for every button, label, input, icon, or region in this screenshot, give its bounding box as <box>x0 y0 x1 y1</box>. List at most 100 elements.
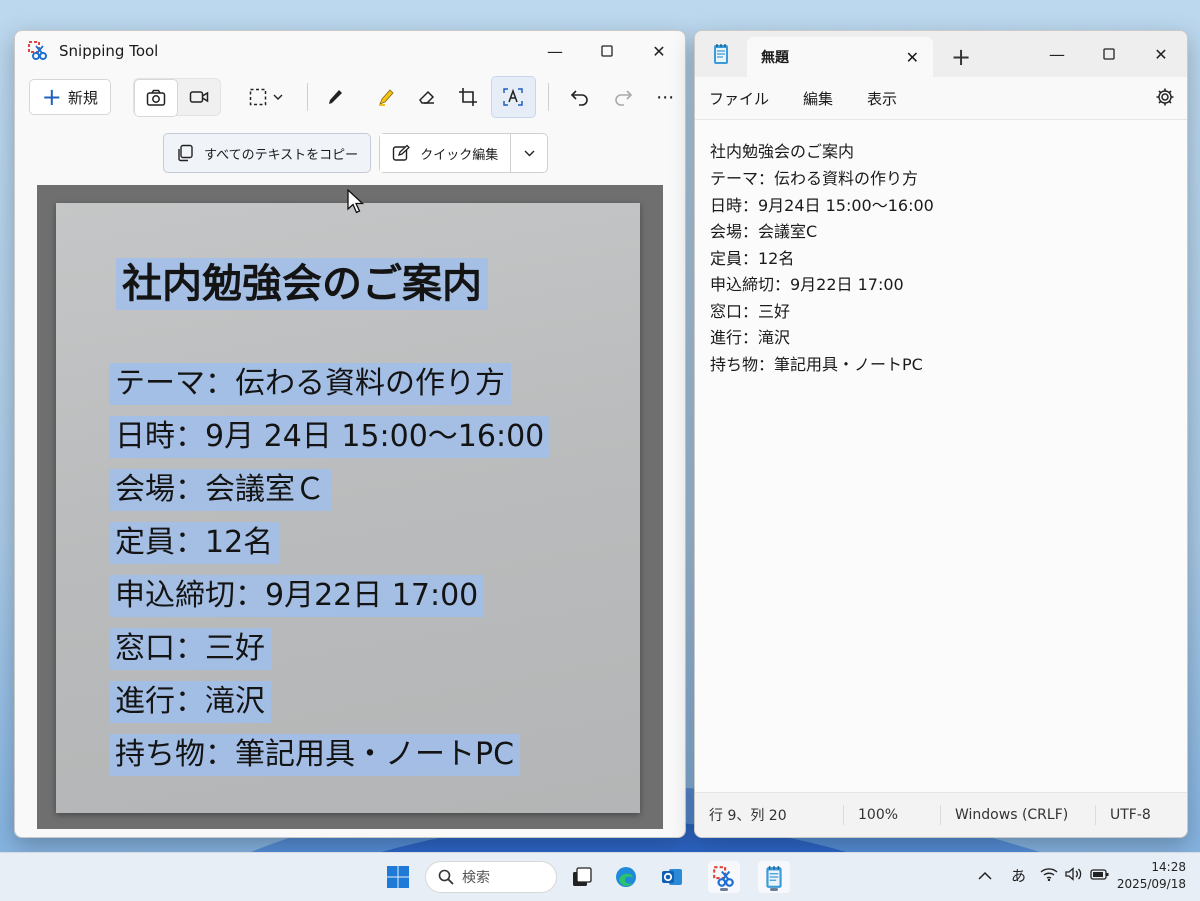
menu-bar: ファイル 編集 表示 <box>695 77 1187 120</box>
quick-edit-label: クイック編集 <box>420 147 499 163</box>
camera-mode-button[interactable] <box>133 79 178 117</box>
capture-text-line[interactable]: 会場：会議室Ｃ <box>109 469 331 511</box>
crop-tool-button[interactable] <box>448 77 487 117</box>
ime-indicator[interactable]: あ <box>1011 865 1026 886</box>
tab-title: 無題 <box>761 50 789 66</box>
volume-icon[interactable] <box>1065 867 1083 885</box>
outlook-icon <box>662 869 682 885</box>
edge-icon <box>616 867 636 887</box>
notepad-taskbar-button[interactable] <box>758 861 790 893</box>
show-hidden-icons-chevron[interactable] <box>978 867 992 885</box>
status-bar: 行 9、列 20 100% Windows (CRLF) UTF-8 <box>695 792 1187 837</box>
highlighter-tool-button[interactable] <box>367 77 406 117</box>
wifi-icon[interactable] <box>1040 867 1058 885</box>
new-tab-button[interactable]: + <box>951 37 971 77</box>
close-button[interactable]: ✕ <box>1135 31 1187 77</box>
captured-document: 社内勉強会のご案内 テーマ：伝わる資料の作り方 日時：9月 24日 15:00～… <box>56 203 640 813</box>
menu-file[interactable]: ファイル <box>709 88 769 109</box>
system-clock[interactable]: 14:28 2025/09/18 <box>1117 859 1186 893</box>
snipping-tool-window: Snipping Tool — ✕ + 新規 ⋯ すべてのテキストをコピー クイ… <box>14 30 686 838</box>
text-action-bar: すべてのテキストをコピー クイック編集 <box>163 133 549 173</box>
text-actions-icon <box>503 88 524 106</box>
start-button[interactable] <box>382 861 414 893</box>
zoom-level[interactable]: 100% <box>844 805 941 825</box>
notepad-window: 無題 ✕ + — ✕ ファイル 編集 表示 社内勉強会のご案内 テーマ：伝わる資… <box>694 30 1188 838</box>
minimize-button[interactable]: — <box>1031 31 1083 77</box>
plus-icon: + <box>41 83 62 111</box>
edge-browser-button[interactable] <box>610 861 642 893</box>
toolbar-divider <box>306 83 308 111</box>
more-icon: ⋯ <box>656 86 676 108</box>
clock-time: 14:28 <box>1151 860 1186 874</box>
editor-line: 日時：9月24日 15:00～16:00 <box>710 196 934 215</box>
capture-text-line[interactable]: 窓口：三好 <box>109 628 271 670</box>
snipping-tool-taskbar-button[interactable] <box>708 861 740 893</box>
menu-view[interactable]: 表示 <box>867 88 897 109</box>
window-title: Snipping Tool <box>59 42 159 60</box>
close-button[interactable]: ✕ <box>633 31 685 71</box>
pen-icon <box>329 90 343 104</box>
crop-icon <box>458 88 477 106</box>
taskbar-search[interactable]: 検索 <box>425 861 557 893</box>
capture-text-line[interactable]: 申込締切：9月22日 17:00 <box>109 575 485 617</box>
minimize-button[interactable]: — <box>529 31 581 71</box>
video-icon <box>189 91 208 103</box>
pen-tool-button[interactable] <box>316 77 355 117</box>
capture-text-line[interactable]: 持ち物：筆記用具・ノートPC <box>109 734 521 776</box>
maximize-button[interactable] <box>1083 31 1135 77</box>
menu-edit[interactable]: 編集 <box>803 88 833 109</box>
editor-line: テーマ：伝わる資料の作り方 <box>710 169 919 188</box>
chevron-down-icon <box>524 150 535 156</box>
capture-canvas: 社内勉強会のご案内 テーマ：伝わる資料の作り方 日時：9月 24日 15:00～… <box>37 185 663 829</box>
undo-button[interactable] <box>561 77 600 117</box>
capture-text-line[interactable]: 進行：滝沢 <box>109 681 271 723</box>
capture-text-line[interactable]: 日時：9月 24日 15:00～16:00 <box>109 416 551 458</box>
battery-icon[interactable] <box>1090 867 1110 885</box>
editor-line: 申込締切：9月22日 17:00 <box>710 275 904 294</box>
maximize-button[interactable] <box>581 31 633 71</box>
capture-mode-toggle <box>132 78 221 117</box>
eraser-icon <box>418 90 434 104</box>
editor-line: 会場：会議室C <box>710 222 818 241</box>
camera-icon <box>146 89 165 106</box>
taskbar: 検索 あ 14:28 2025/09/18 <box>0 852 1200 901</box>
outlook-button[interactable] <box>656 861 688 893</box>
redo-button[interactable] <box>603 77 642 117</box>
capture-title-text[interactable]: 社内勉強会のご案内 <box>116 258 488 310</box>
settings-gear-icon[interactable] <box>1155 87 1175 111</box>
eraser-tool-button[interactable] <box>407 77 446 117</box>
toolbar: + 新規 ⋯ <box>15 71 685 123</box>
quick-edit-dropdown[interactable] <box>510 134 547 172</box>
snipping-tool-app-icon <box>27 40 49 62</box>
task-view-button[interactable] <box>566 861 598 893</box>
text-actions-button[interactable] <box>491 76 536 118</box>
new-snip-label: 新規 <box>67 88 98 107</box>
snip-shape-dropdown[interactable] <box>239 77 293 117</box>
quick-edit-button[interactable]: クイック編集 <box>380 134 511 172</box>
copy-all-text-button[interactable]: すべてのテキストをコピー <box>163 133 372 173</box>
highlighter-icon <box>379 89 394 106</box>
cursor-position: 行 9、列 20 <box>695 805 844 825</box>
editor-line: 定員：12名 <box>710 249 795 268</box>
clock-date: 2025/09/18 <box>1116 877 1186 891</box>
capture-text-line[interactable]: テーマ：伝わる資料の作り方 <box>109 363 511 405</box>
search-icon <box>438 869 454 885</box>
capture-text-line[interactable]: 定員：12名 <box>109 522 280 564</box>
notepad-icon <box>766 866 782 888</box>
edit-icon <box>392 144 411 161</box>
redo-icon <box>615 90 632 106</box>
tab-bar: 無題 ✕ + — ✕ <box>695 31 1187 77</box>
task-view-icon <box>573 867 592 886</box>
mouse-cursor <box>347 189 365 214</box>
text-editor[interactable]: 社内勉強会のご案内 テーマ：伝わる資料の作り方 日時：9月24日 15:00～1… <box>695 120 1187 792</box>
close-tab-icon[interactable]: ✕ <box>906 48 919 67</box>
notepad-app-icon <box>711 43 731 69</box>
tab-untitled[interactable]: 無題 ✕ <box>747 37 933 77</box>
more-options-button[interactable]: ⋯ <box>646 77 685 117</box>
encoding: UTF-8 <box>1110 807 1151 823</box>
video-mode-button[interactable] <box>178 79 220 115</box>
copy-all-text-label: すべてのテキストをコピー <box>204 147 359 163</box>
quick-edit-split-button: クイック編集 <box>379 133 549 173</box>
new-snip-button[interactable]: + 新規 <box>29 79 111 115</box>
toolbar-divider <box>547 83 549 111</box>
